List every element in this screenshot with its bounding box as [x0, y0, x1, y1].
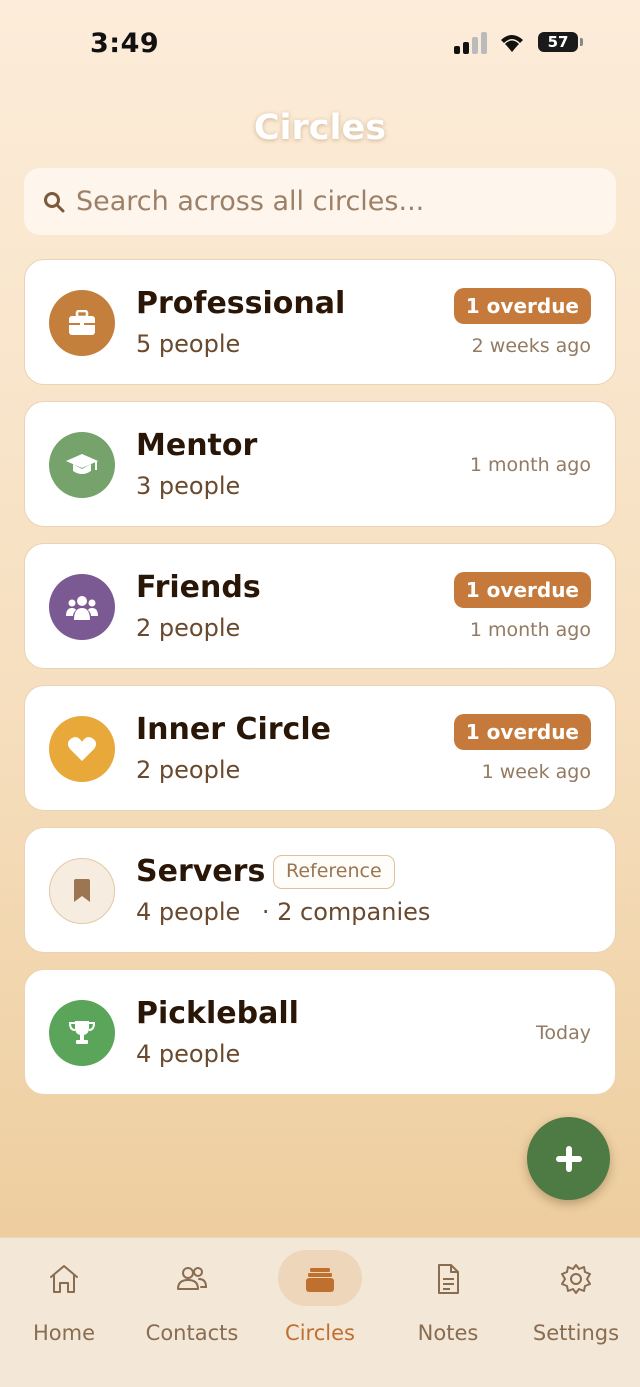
- contacts-icon: [177, 1267, 208, 1290]
- circles-icon: [306, 1268, 334, 1292]
- cellular-signal-icon: [454, 32, 488, 54]
- battery-tip: [580, 38, 583, 46]
- people-group-icon: [66, 596, 98, 620]
- reference-badge: Reference: [273, 855, 395, 889]
- wifi-icon: [501, 35, 523, 52]
- circle-card-pickleball[interactable]: Pickleball 4 people Today: [24, 969, 616, 1095]
- circle-card-inner-circle[interactable]: Inner Circle 2 people 1 overdue 1 week a…: [24, 685, 616, 811]
- battery-icon: 57: [538, 32, 578, 52]
- people-count-text: 4 people: [136, 898, 241, 926]
- tab-bar: Home Contacts Circles Notes Settings: [0, 1237, 640, 1387]
- last-contact-time: 2 weeks ago: [471, 335, 591, 357]
- trophy-icon: [68, 1021, 96, 1044]
- circle-name: Inner Circle: [136, 712, 331, 747]
- search-icon: [44, 192, 65, 213]
- tab-notes[interactable]: Notes: [384, 1248, 512, 1358]
- circle-people-count: 4 people: [136, 1040, 241, 1068]
- circle-people-count: 2 people: [136, 614, 241, 642]
- companies-count-text: · 2 companies: [261, 898, 431, 926]
- page-title: Circles: [253, 108, 387, 148]
- tab-contacts[interactable]: Contacts: [128, 1248, 256, 1358]
- circle-card-professional[interactable]: Professional 5 people 1 overdue 2 weeks …: [24, 259, 616, 385]
- briefcase-icon: [69, 310, 95, 335]
- tab-label: Contacts: [145, 1321, 239, 1345]
- tab-label: Settings: [532, 1321, 620, 1345]
- home-icon: [50, 1265, 78, 1293]
- tab-label: Home: [32, 1321, 95, 1345]
- tab-settings[interactable]: Settings: [512, 1248, 640, 1358]
- bookmark-icon: [74, 879, 90, 902]
- circle-avatar: [49, 716, 115, 782]
- search-input[interactable]: [76, 178, 596, 225]
- circle-people-count: 3 people: [136, 472, 241, 500]
- overdue-badge: 1 overdue: [453, 572, 591, 608]
- circle-name: Mentor: [136, 428, 258, 463]
- circle-people-count: 4 people · 2 companies: [136, 898, 430, 926]
- circle-name: Pickleball: [136, 996, 299, 1031]
- circle-name: Professional: [136, 286, 346, 321]
- notes-icon: [438, 1264, 459, 1294]
- tab-label: Circles: [285, 1321, 355, 1345]
- graduation-cap-icon: [66, 454, 98, 474]
- overdue-badge: 1 overdue: [453, 288, 591, 324]
- plus-icon: [556, 1146, 582, 1172]
- circle-avatar: [49, 858, 115, 924]
- status-time: 3:49: [90, 28, 160, 59]
- circle-people-count: 2 people: [136, 756, 241, 784]
- status-bar: 3:49 57: [0, 0, 640, 88]
- add-circle-button[interactable]: [527, 1117, 610, 1200]
- circle-card-servers[interactable]: Servers Reference 4 people · 2 companies: [24, 827, 616, 953]
- circle-name: Servers: [136, 854, 266, 889]
- circle-card-mentor[interactable]: Mentor 3 people 1 month ago: [24, 401, 616, 527]
- last-contact-time: Today: [536, 1022, 591, 1044]
- tab-circles[interactable]: Circles: [256, 1248, 384, 1358]
- tab-home[interactable]: Home: [0, 1248, 128, 1358]
- search-bar[interactable]: [24, 168, 616, 235]
- heart-icon: [67, 737, 97, 761]
- settings-icon: [561, 1264, 591, 1294]
- circle-avatar: [49, 574, 115, 640]
- circle-avatar: [49, 290, 115, 356]
- circle-avatar: [49, 1000, 115, 1066]
- last-contact-time: 1 week ago: [481, 761, 591, 783]
- tab-label: Notes: [417, 1321, 479, 1345]
- circle-avatar: [49, 432, 115, 498]
- overdue-badge: 1 overdue: [453, 714, 591, 750]
- last-contact-time: 1 month ago: [469, 619, 591, 641]
- circle-people-count: 5 people: [136, 330, 241, 358]
- circle-card-friends[interactable]: Friends 2 people 1 overdue 1 month ago: [24, 543, 616, 669]
- last-contact-time: 1 month ago: [469, 454, 591, 476]
- circle-name: Friends: [136, 570, 261, 605]
